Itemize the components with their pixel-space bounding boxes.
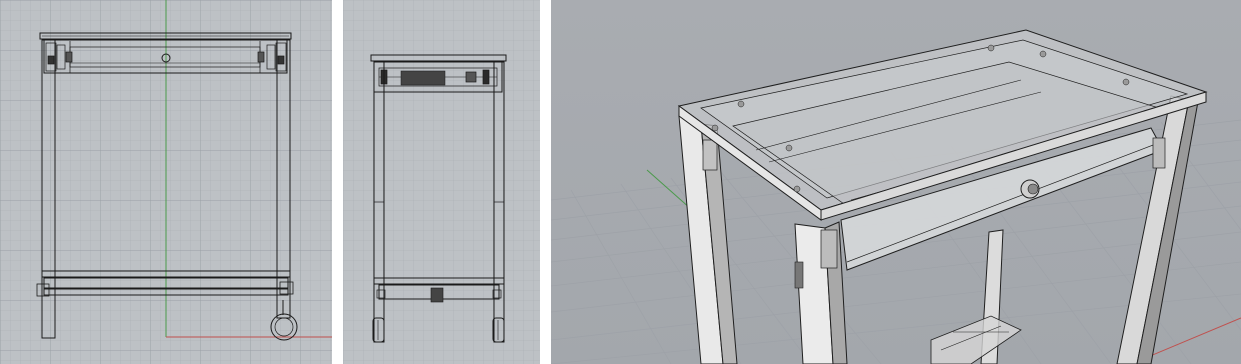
perspective-viewport[interactable] (551, 0, 1241, 364)
side-viewport[interactable] (343, 0, 540, 364)
front-viewport[interactable] (0, 0, 332, 364)
caster-wheel-icon (794, 261, 804, 289)
side-viewport-canvas[interactable] (343, 0, 540, 364)
perspective-viewport-canvas[interactable] (551, 0, 1241, 364)
front-viewport-canvas[interactable] (0, 0, 332, 364)
